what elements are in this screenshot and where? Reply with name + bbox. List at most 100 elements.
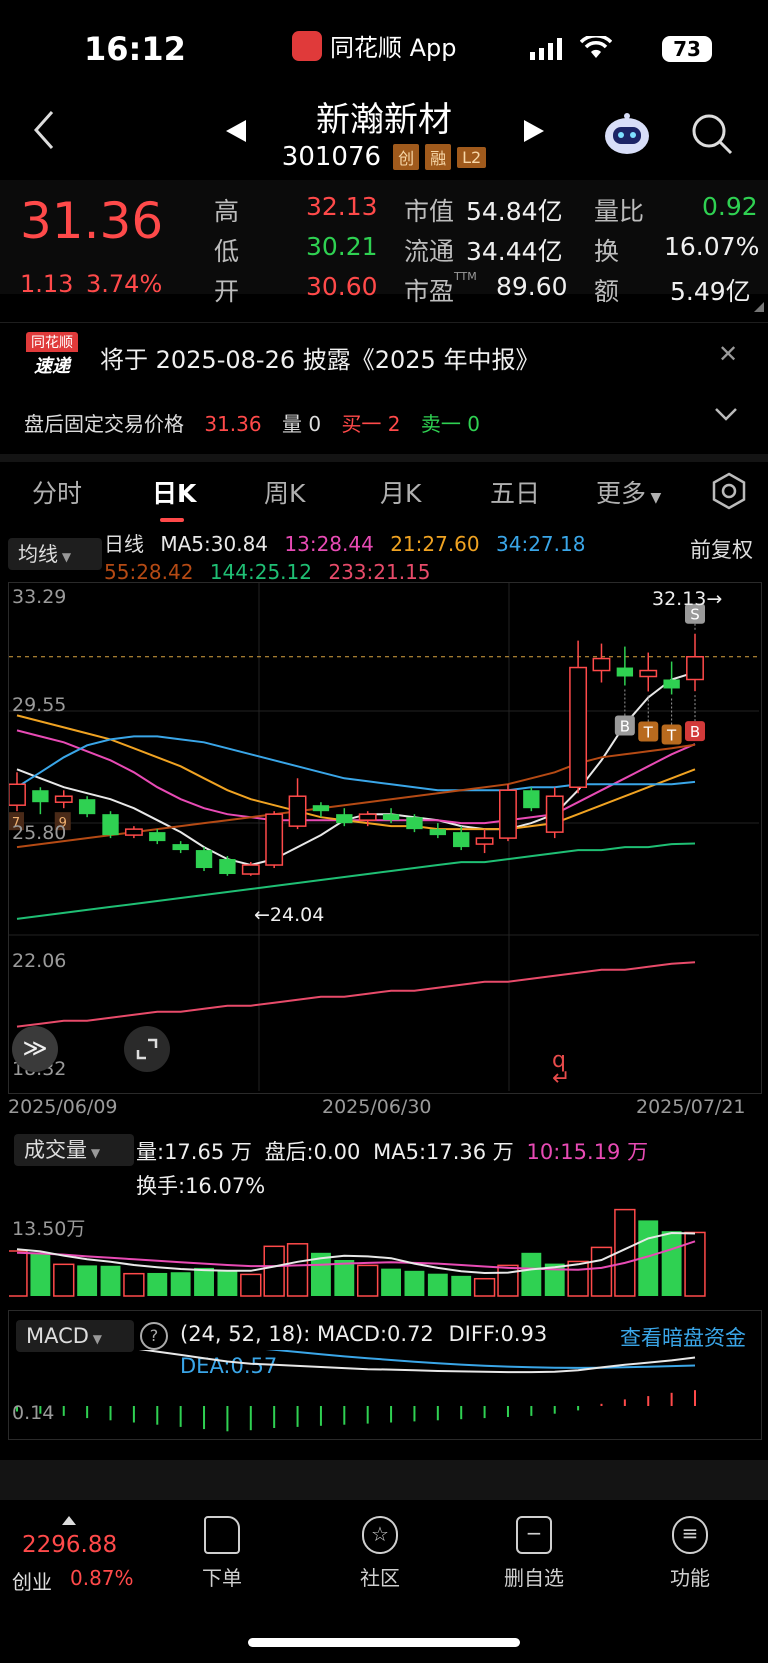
dark-funds-link[interactable]: 查看暗盘资金 <box>620 1322 746 1352</box>
pe-value: 89.60 <box>496 272 568 301</box>
ma-selector[interactable]: 均线 ▼ <box>8 538 102 570</box>
collapse-left-button[interactable]: ≫ <box>12 1026 58 1072</box>
robot-assistant-icon[interactable] <box>602 110 652 160</box>
volume-bar <box>100 1265 121 1296</box>
macd-y-tick: 0.14 <box>12 1402 55 1424</box>
candle-body <box>78 799 96 815</box>
volume-bar <box>9 1250 28 1297</box>
candle-body <box>312 805 330 812</box>
candle <box>195 847 213 872</box>
volume-bar <box>240 1273 262 1297</box>
afterhours-row: 盘后固定交易价格 31.36 量 0 买一 2 卖一 0 <box>24 408 480 437</box>
news-badge-top: 同花顺 <box>26 332 78 352</box>
turnover-label: 换 <box>594 237 620 266</box>
open-label: 开 <box>214 277 240 306</box>
signal-label: T <box>666 726 677 744</box>
nav-functions[interactable]: ≡ 功能 <box>630 1516 750 1591</box>
tab-weekly-k[interactable]: 周K <box>264 474 305 510</box>
volume-bar <box>473 1277 496 1297</box>
caret-down-icon: ▼ <box>88 1332 102 1346</box>
amount-label: 额 <box>594 277 620 306</box>
afterhours-expand-icon[interactable] <box>714 404 738 428</box>
status-app-name: 同花顺 App <box>330 34 457 62</box>
status-app-indicator[interactable]: 同花顺 App <box>292 28 457 63</box>
macd-chart[interactable] <box>9 1350 759 1436</box>
nav-remove-watchlist-label: 删自选 <box>504 1566 564 1590</box>
nav-community[interactable]: ☆ 社区 <box>320 1516 440 1591</box>
candle-body <box>32 790 49 803</box>
news-close-icon[interactable]: ✕ <box>718 340 738 368</box>
high-label: 高 <box>214 197 240 226</box>
candle <box>32 787 49 815</box>
afterhours-label: 盘后固定交易价格 <box>24 412 184 436</box>
fullscreen-button[interactable] <box>124 1026 170 1072</box>
expand-corner-icon[interactable] <box>754 302 764 312</box>
candle-body <box>265 813 284 866</box>
tab-monthly-k[interactable]: 月K <box>380 474 421 510</box>
macd-selector[interactable]: MACD ▼ <box>16 1320 134 1352</box>
community-icon: ☆ <box>362 1516 398 1554</box>
help-icon[interactable]: ? <box>140 1322 168 1350</box>
candle-body <box>172 844 189 851</box>
ma-item: 55:28.42 <box>104 560 194 584</box>
x-date-label: 2025/06/09 <box>8 1096 118 1118</box>
nav-remove-watchlist[interactable]: − 删自选 <box>474 1516 594 1591</box>
kline-chart[interactable]: B T T BS7 9 <box>9 583 759 1091</box>
volume-selector[interactable]: 成交量 ▼ <box>14 1134 134 1166</box>
afterhours-buy-label: 买一 <box>341 412 382 436</box>
y-tick-label: 33.29 <box>12 586 67 608</box>
volume-bar <box>217 1270 238 1296</box>
search-icon[interactable] <box>690 112 734 160</box>
open-value: 30.60 <box>306 272 378 301</box>
mcap-value: 54.84亿 <box>466 197 563 226</box>
tab-more-label: 更多 <box>596 479 647 508</box>
candle-body <box>639 669 658 678</box>
index-value: 2296.88 <box>22 1532 118 1558</box>
chart-settings-icon[interactable] <box>710 472 748 514</box>
tab-more[interactable]: 更多 ▼ <box>596 474 661 510</box>
adjust-mode-button[interactable]: 前复权 <box>690 534 753 564</box>
candle-body <box>569 666 588 788</box>
tab-daily-k[interactable]: 日K <box>152 474 196 510</box>
mcap-label: 市值 <box>404 197 455 226</box>
news-text[interactable]: 将于 2025-08-26 披露《2025 年中报》 <box>100 340 539 375</box>
stock-code: 301076 <box>281 142 382 172</box>
candle <box>78 796 96 818</box>
volume-chart[interactable] <box>9 1200 759 1298</box>
caret-down-icon: ▼ <box>87 1146 101 1160</box>
volume-bar <box>30 1252 51 1296</box>
ma-item: MA5:30.84 <box>160 532 269 556</box>
volume-y-tick: 13.50万 <box>12 1218 86 1240</box>
volume-bar <box>286 1243 309 1297</box>
candle <box>9 772 26 812</box>
macd-params-text: (24, 52, 18): MACD:0.72 <box>180 1322 434 1346</box>
volume-ratio-value: 0.92 <box>702 192 758 221</box>
nav-order[interactable]: 下单 <box>162 1516 282 1591</box>
volume-selector-label: 成交量 <box>24 1138 87 1162</box>
pe-ttm-sup: TTM <box>454 270 477 283</box>
candle-body <box>195 850 213 869</box>
tab-five-day[interactable]: 五日 <box>490 474 540 510</box>
ma-item: 34:27.18 <box>496 532 586 556</box>
tab-intraday[interactable]: 分时 <box>32 474 82 510</box>
signal-label: T <box>643 723 654 741</box>
price-change: 1.13 <box>20 270 74 298</box>
x-date-label: 2025/06/30 <box>322 1096 432 1118</box>
volume-info: 量:17.65 万 盘后:0.00 MA5:17.36 万 10:15.19 万 <box>136 1136 648 1166</box>
macd-diff: DIFF:0.93 <box>448 1322 548 1346</box>
macd-selector-label: MACD <box>26 1324 89 1348</box>
candle-body <box>406 817 423 830</box>
stock-name: 新瀚新材 <box>316 100 452 140</box>
y-tick-label: 22.06 <box>12 950 67 972</box>
candle-body <box>288 795 307 827</box>
candle <box>686 633 704 692</box>
next-stock-button[interactable] <box>522 118 546 148</box>
candle-body <box>9 783 26 806</box>
candle-body <box>453 832 470 848</box>
event-marker-icon[interactable]: q ↵ <box>552 1050 570 1090</box>
index-widget[interactable]: 2296.88 创业 0.87% <box>0 1500 150 1600</box>
turnover-value: 16.07% <box>664 232 760 261</box>
candle-body <box>545 795 564 833</box>
volume-afterhours: 盘后:0.00 <box>264 1140 361 1164</box>
low-annotation: ←24.04 <box>254 904 325 926</box>
